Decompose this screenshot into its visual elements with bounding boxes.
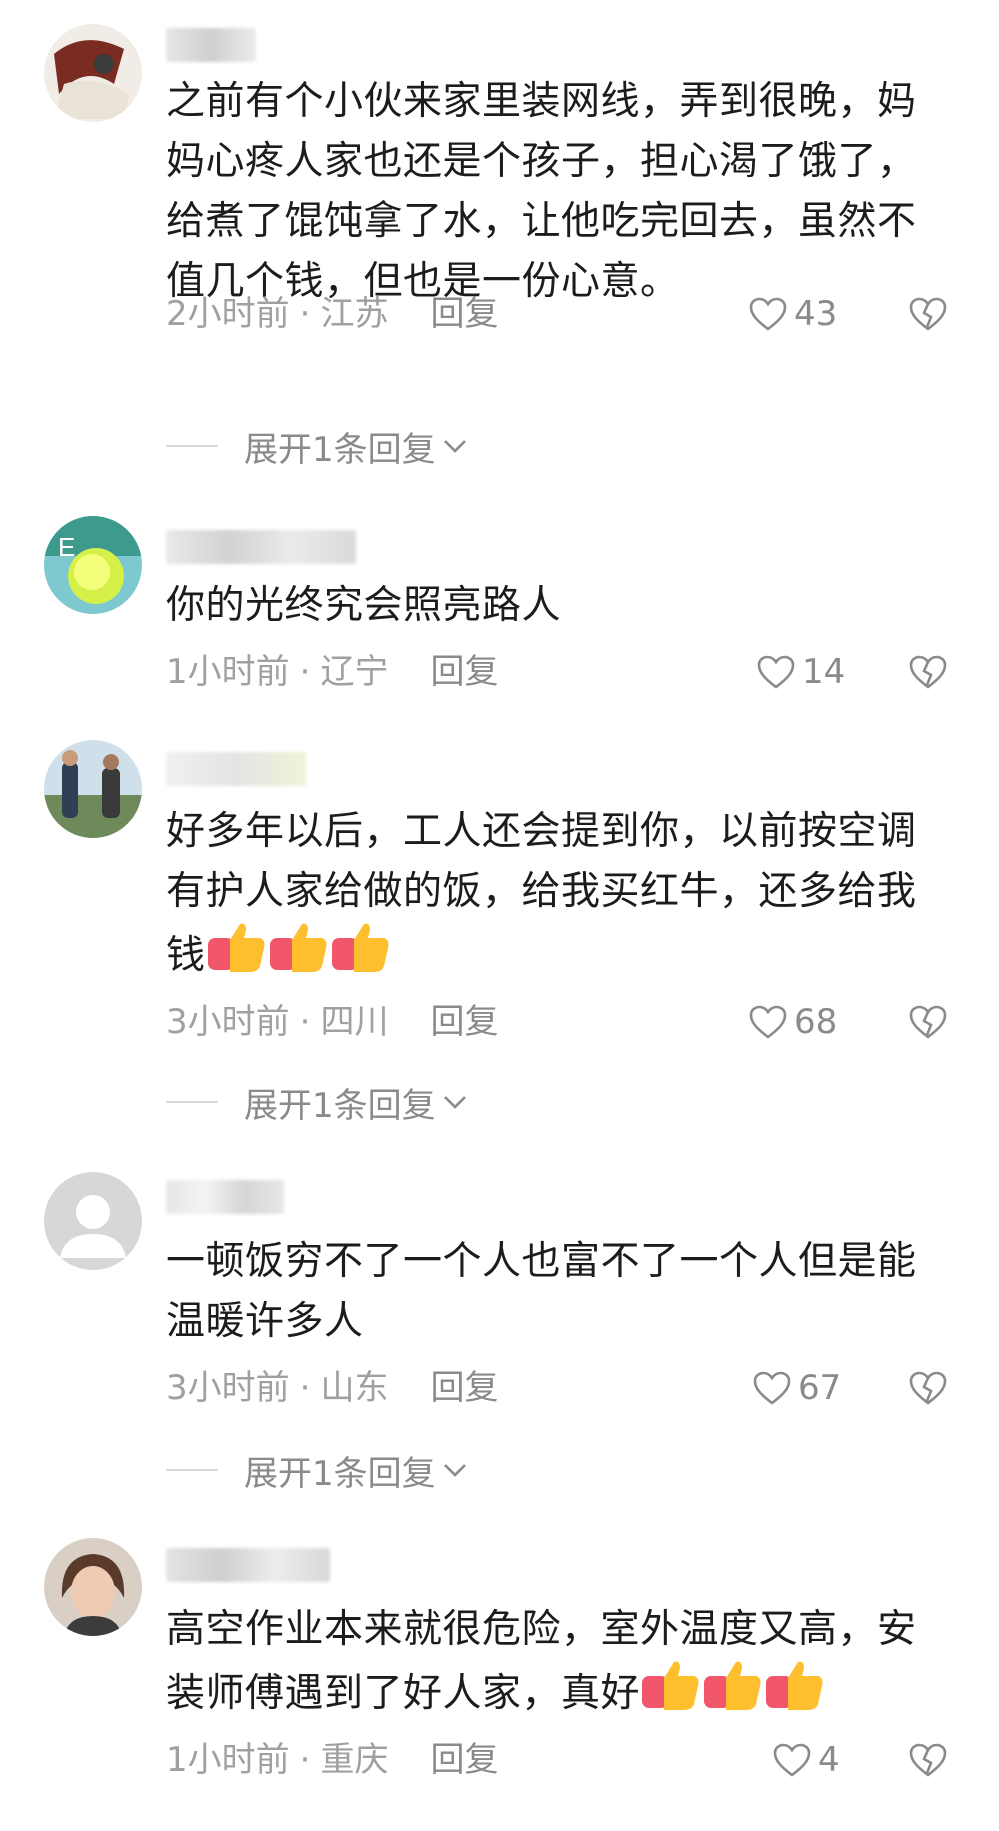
chevron-down-icon [443,1096,466,1109]
comment-meta: 2小时前 · 江苏 回复 [166,292,498,336]
comment-time: 1小时前 [166,1740,290,1780]
username-blurred[interactable] [166,752,306,786]
expand-label: 展开1条回复 [244,429,436,470]
comment-text: 之前有个小伙来家里装网线，弄到很晚，妈妈心疼人家也还是个孩子，担心渴了饿了，给煮… [166,79,917,304]
like-count: 68 [794,1002,838,1042]
dislike-button[interactable] [908,1000,948,1044]
heart-outline-icon [753,1371,791,1405]
comment-meta: 1小时前 · 重庆 回复 [166,1738,498,1782]
comment-time: 3小时前 [166,1368,290,1408]
username-blurred[interactable] [166,1548,330,1582]
like-count: 43 [794,294,838,334]
dislike-button[interactable] [908,650,948,694]
like-button[interactable]: 4 [772,1738,840,1782]
meta-separator: · [299,1002,311,1042]
heart-outline-icon [749,297,787,331]
like-button[interactable]: 68 [748,1000,837,1044]
comment-location: 辽宁 [320,652,389,692]
chevron-down-icon [443,440,466,453]
heart-outline-icon [749,1005,787,1039]
like-count: 4 [818,1740,840,1780]
comment-location: 四川 [320,1002,389,1042]
comment-time: 3小时前 [166,1002,290,1042]
like-button[interactable]: 43 [748,292,837,336]
expand-label: 展开1条回复 [244,1453,436,1494]
comment-time: 2小时前 [166,294,290,334]
username-blurred[interactable] [166,530,356,564]
like-button[interactable]: 14 [756,650,845,694]
username-blurred[interactable] [166,28,256,62]
meta-separator: · [299,1740,311,1780]
username-blurred[interactable] [166,1180,284,1214]
like-button[interactable]: 67 [752,1366,841,1410]
avatar[interactable] [44,1172,142,1270]
broken-heart-icon [909,1743,947,1777]
comment-text: 你的光终究会照亮路人 [166,583,562,628]
expand-replies-button[interactable]: 展开1条回复 [166,424,468,470]
reply-button[interactable]: 回复 [430,652,498,692]
expand-replies-button[interactable]: 展开1条回复 [166,1080,468,1126]
meta-separator: · [299,652,311,692]
like-count: 14 [802,652,846,692]
thumbs-up-emoji [206,922,392,992]
like-count: 67 [798,1368,842,1408]
comment-text: 高空作业本来就很危险，室外温度又高，安装师傅遇到了好人家，真好 [166,1600,926,1730]
divider-line [166,1469,218,1471]
comment-meta: 1小时前 · 辽宁 回复 [166,650,498,694]
comment-meta: 3小时前 · 山东 回复 [166,1366,498,1410]
dislike-button[interactable] [908,292,948,336]
broken-heart-icon [909,1005,947,1039]
chevron-down-icon [443,1464,466,1477]
svg-text:E: E [58,532,75,562]
thumbs-up-emoji [640,1660,826,1730]
comment-text: 好多年以后，工人还会提到你，以前按空调有护人家给做的饭，给我买红牛，还多给我钱 [166,802,926,992]
divider-line [166,445,218,447]
meta-separator: · [299,294,311,334]
reply-button[interactable]: 回复 [430,294,498,334]
divider-line [166,1101,218,1103]
broken-heart-icon [909,1371,947,1405]
broken-heart-icon [909,655,947,689]
avatar[interactable] [44,1538,142,1636]
meta-separator: · [299,1368,311,1408]
avatar[interactable]: E [44,516,142,614]
expand-replies-button[interactable]: 展开1条回复 [166,1448,468,1494]
broken-heart-icon [909,297,947,331]
dislike-button[interactable] [908,1366,948,1410]
expand-label: 展开1条回复 [244,1085,436,1126]
heart-outline-icon [757,655,795,689]
comment-location: 重庆 [320,1740,389,1780]
heart-outline-icon [773,1743,811,1777]
comment-location: 江苏 [320,294,389,334]
comment-location: 山东 [320,1368,389,1408]
reply-button[interactable]: 回复 [430,1740,498,1780]
comment-meta: 3小时前 · 四川 回复 [166,1000,498,1044]
avatar[interactable] [44,740,142,838]
avatar[interactable] [44,24,142,122]
reply-button[interactable]: 回复 [430,1368,498,1408]
dislike-button[interactable] [908,1738,948,1782]
comment-time: 1小时前 [166,652,290,692]
comment-text: 一顿饭穷不了一个人也富不了一个人但是能温暖许多人 [166,1239,917,1344]
reply-button[interactable]: 回复 [430,1002,498,1042]
